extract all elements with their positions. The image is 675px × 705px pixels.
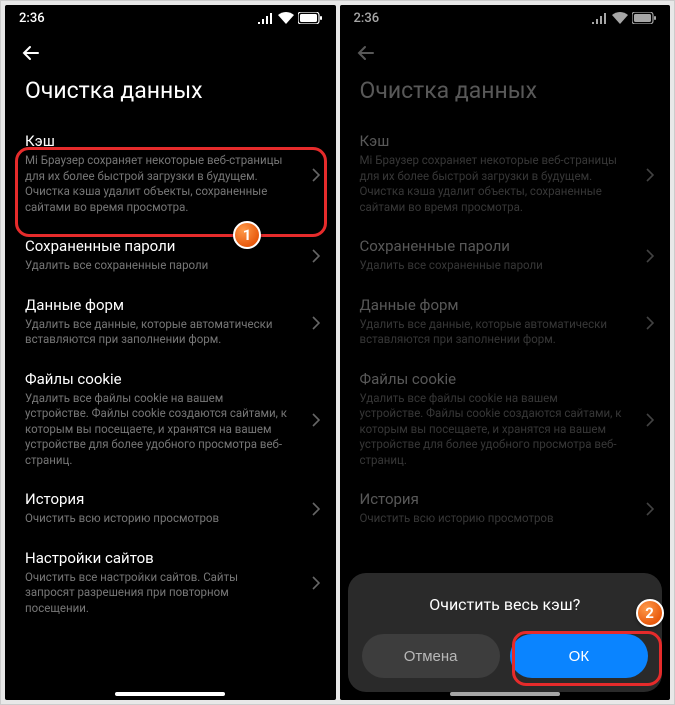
page-title: Очистка данных [5,71,336,122]
ok-button[interactable]: ОК [510,634,648,678]
titlebar [5,31,336,71]
wifi-icon [278,12,294,24]
cancel-button[interactable]: Отмена [362,634,500,678]
signal-icon [258,13,274,24]
confirm-dialog: Очистить весь кэш? Отмена ОК [348,573,663,692]
dialog-title: Очистить весь кэш? [362,595,649,614]
item-cookies[interactable]: Файлы cookie Удалить все файлы cookie на… [11,360,330,481]
item-sitesettings[interactable]: Настройки сайтов Очистить все настройки … [11,539,330,629]
item-title: Файлы cookie [25,370,316,388]
home-indicator[interactable] [115,692,225,696]
status-bar: 2:36 [5,5,336,31]
status-icons [258,12,322,24]
status-time: 2:36 [19,11,45,26]
item-desc: Удалить все данные, которые автоматическ… [25,317,316,348]
item-desc: Очистить все настройки сайтов. Сайты зап… [25,570,316,617]
item-title: Настройки сайтов [25,549,316,567]
chevron-right-icon [312,249,320,263]
chevron-right-icon [312,168,320,182]
chevron-right-icon [312,316,320,330]
phone-left: 2:36 Очистка данных Кэш Mi Браузер сохра… [5,5,336,700]
item-cache[interactable]: Кэш Mi Браузер сохраняет некоторые веб-с… [11,122,330,227]
item-title: Данные форм [25,296,316,314]
item-desc: Удалить все сохраненные пароли [25,258,316,274]
item-title: Кэш [25,132,316,150]
item-passwords[interactable]: Сохраненные пароли Удалить все сохраненн… [11,227,330,286]
item-formdata[interactable]: Данные форм Удалить все данные, которые … [11,286,330,360]
step-badge-1: 1 [233,221,261,249]
item-desc: Mi Браузер сохраняет некоторые веб-стран… [25,153,316,215]
chevron-right-icon [312,576,320,590]
step-badge-2: 2 [636,599,664,627]
item-title: Сохраненные пароли [25,237,316,255]
item-desc: Очистить всю историю просмотров [25,511,316,527]
chevron-right-icon [312,413,320,427]
item-title: История [25,490,316,508]
settings-list: Кэш Mi Браузер сохраняет некоторые веб-с… [5,122,336,700]
item-history[interactable]: История Очистить всю историю просмотров [11,480,330,539]
phone-right: 2:36 Очистка данных Кэш Mi Браузер сохра… [340,5,671,700]
dialog-buttons: Отмена ОК [362,634,649,678]
item-desc: Удалить все файлы cookie на вашем устрой… [25,391,316,469]
battery-icon [298,12,322,24]
chevron-right-icon [312,502,320,516]
back-icon[interactable] [19,41,43,65]
